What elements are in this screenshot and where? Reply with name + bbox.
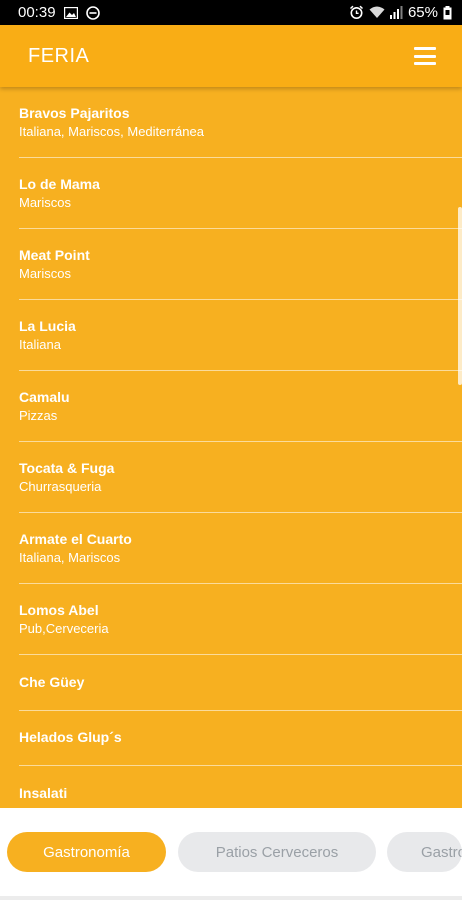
restaurant-name: Camalu (19, 389, 70, 405)
list-item[interactable]: Bravos Pajaritos Italiana, Mariscos, Med… (0, 87, 462, 157)
app-bar: FERIA (0, 25, 462, 87)
restaurant-name: Meat Point (19, 247, 90, 263)
list-item[interactable]: Insalati (0, 766, 462, 808)
list-item[interactable]: Camalu Pizzas (0, 371, 462, 441)
restaurant-name: La Lucia (19, 318, 76, 334)
status-time: 00:39 (18, 4, 56, 21)
wifi-icon (369, 6, 385, 19)
signal-icon (389, 6, 403, 19)
restaurant-name: Lo de Mama (19, 176, 100, 192)
restaurant-category: Mariscos (19, 266, 72, 281)
hamburger-menu-icon[interactable] (414, 47, 436, 65)
status-bar: 00:39 65% (0, 0, 462, 25)
restaurant-category: Pub,Cerveceria (19, 621, 109, 636)
category-tabs: Gastronomía Patios Cerveceros Gastro (0, 808, 462, 900)
list-item[interactable]: Lo de Mama Mariscos (0, 158, 462, 228)
restaurant-category: Churrasqueria (19, 479, 102, 494)
battery-percent: 65% (407, 4, 438, 21)
restaurant-name: Armate el Cuarto (19, 531, 132, 547)
list-item[interactable]: Armate el Cuarto Italiana, Mariscos (0, 513, 462, 583)
restaurant-name: Che Güey (19, 674, 85, 690)
page-title: FERIA (28, 44, 90, 67)
tab-patios-cerveceros[interactable]: Patios Cerveceros (178, 832, 376, 872)
scrollbar-thumb[interactable] (458, 207, 462, 385)
list-item[interactable]: Che Güey (0, 655, 462, 710)
restaurant-name: Bravos Pajaritos (19, 105, 130, 121)
restaurant-category: Pizzas (19, 408, 58, 423)
list-item[interactable]: Helados Glup´s (0, 711, 462, 765)
image-icon (63, 6, 78, 19)
tab-gastronomia[interactable]: Gastronomía (7, 832, 166, 872)
list-item[interactable]: La Lucia Italiana (0, 300, 462, 370)
list-item[interactable]: Lomos Abel Pub,Cerveceria (0, 584, 462, 654)
do-not-disturb-icon (85, 5, 100, 20)
restaurant-category: Mariscos (19, 195, 72, 210)
restaurant-category: Italiana, Mariscos, Mediterránea (19, 124, 204, 139)
list-item[interactable]: Tocata & Fuga Churrasqueria (0, 442, 462, 512)
alarm-icon (349, 5, 364, 20)
divider (0, 896, 462, 900)
restaurant-list[interactable]: Bravos Pajaritos Italiana, Mariscos, Med… (0, 87, 462, 808)
tab-gastro[interactable]: Gastro (387, 832, 462, 872)
restaurant-name: Helados Glup´s (19, 729, 122, 745)
restaurant-name: Lomos Abel (19, 602, 99, 618)
restaurant-name: Insalati (19, 785, 68, 801)
list-item[interactable]: Meat Point Mariscos (0, 229, 462, 299)
restaurant-name: Tocata & Fuga (19, 460, 115, 476)
battery-icon (443, 5, 452, 20)
restaurant-category: Italiana, Mariscos (19, 550, 121, 565)
restaurant-category: Italiana (19, 337, 61, 352)
